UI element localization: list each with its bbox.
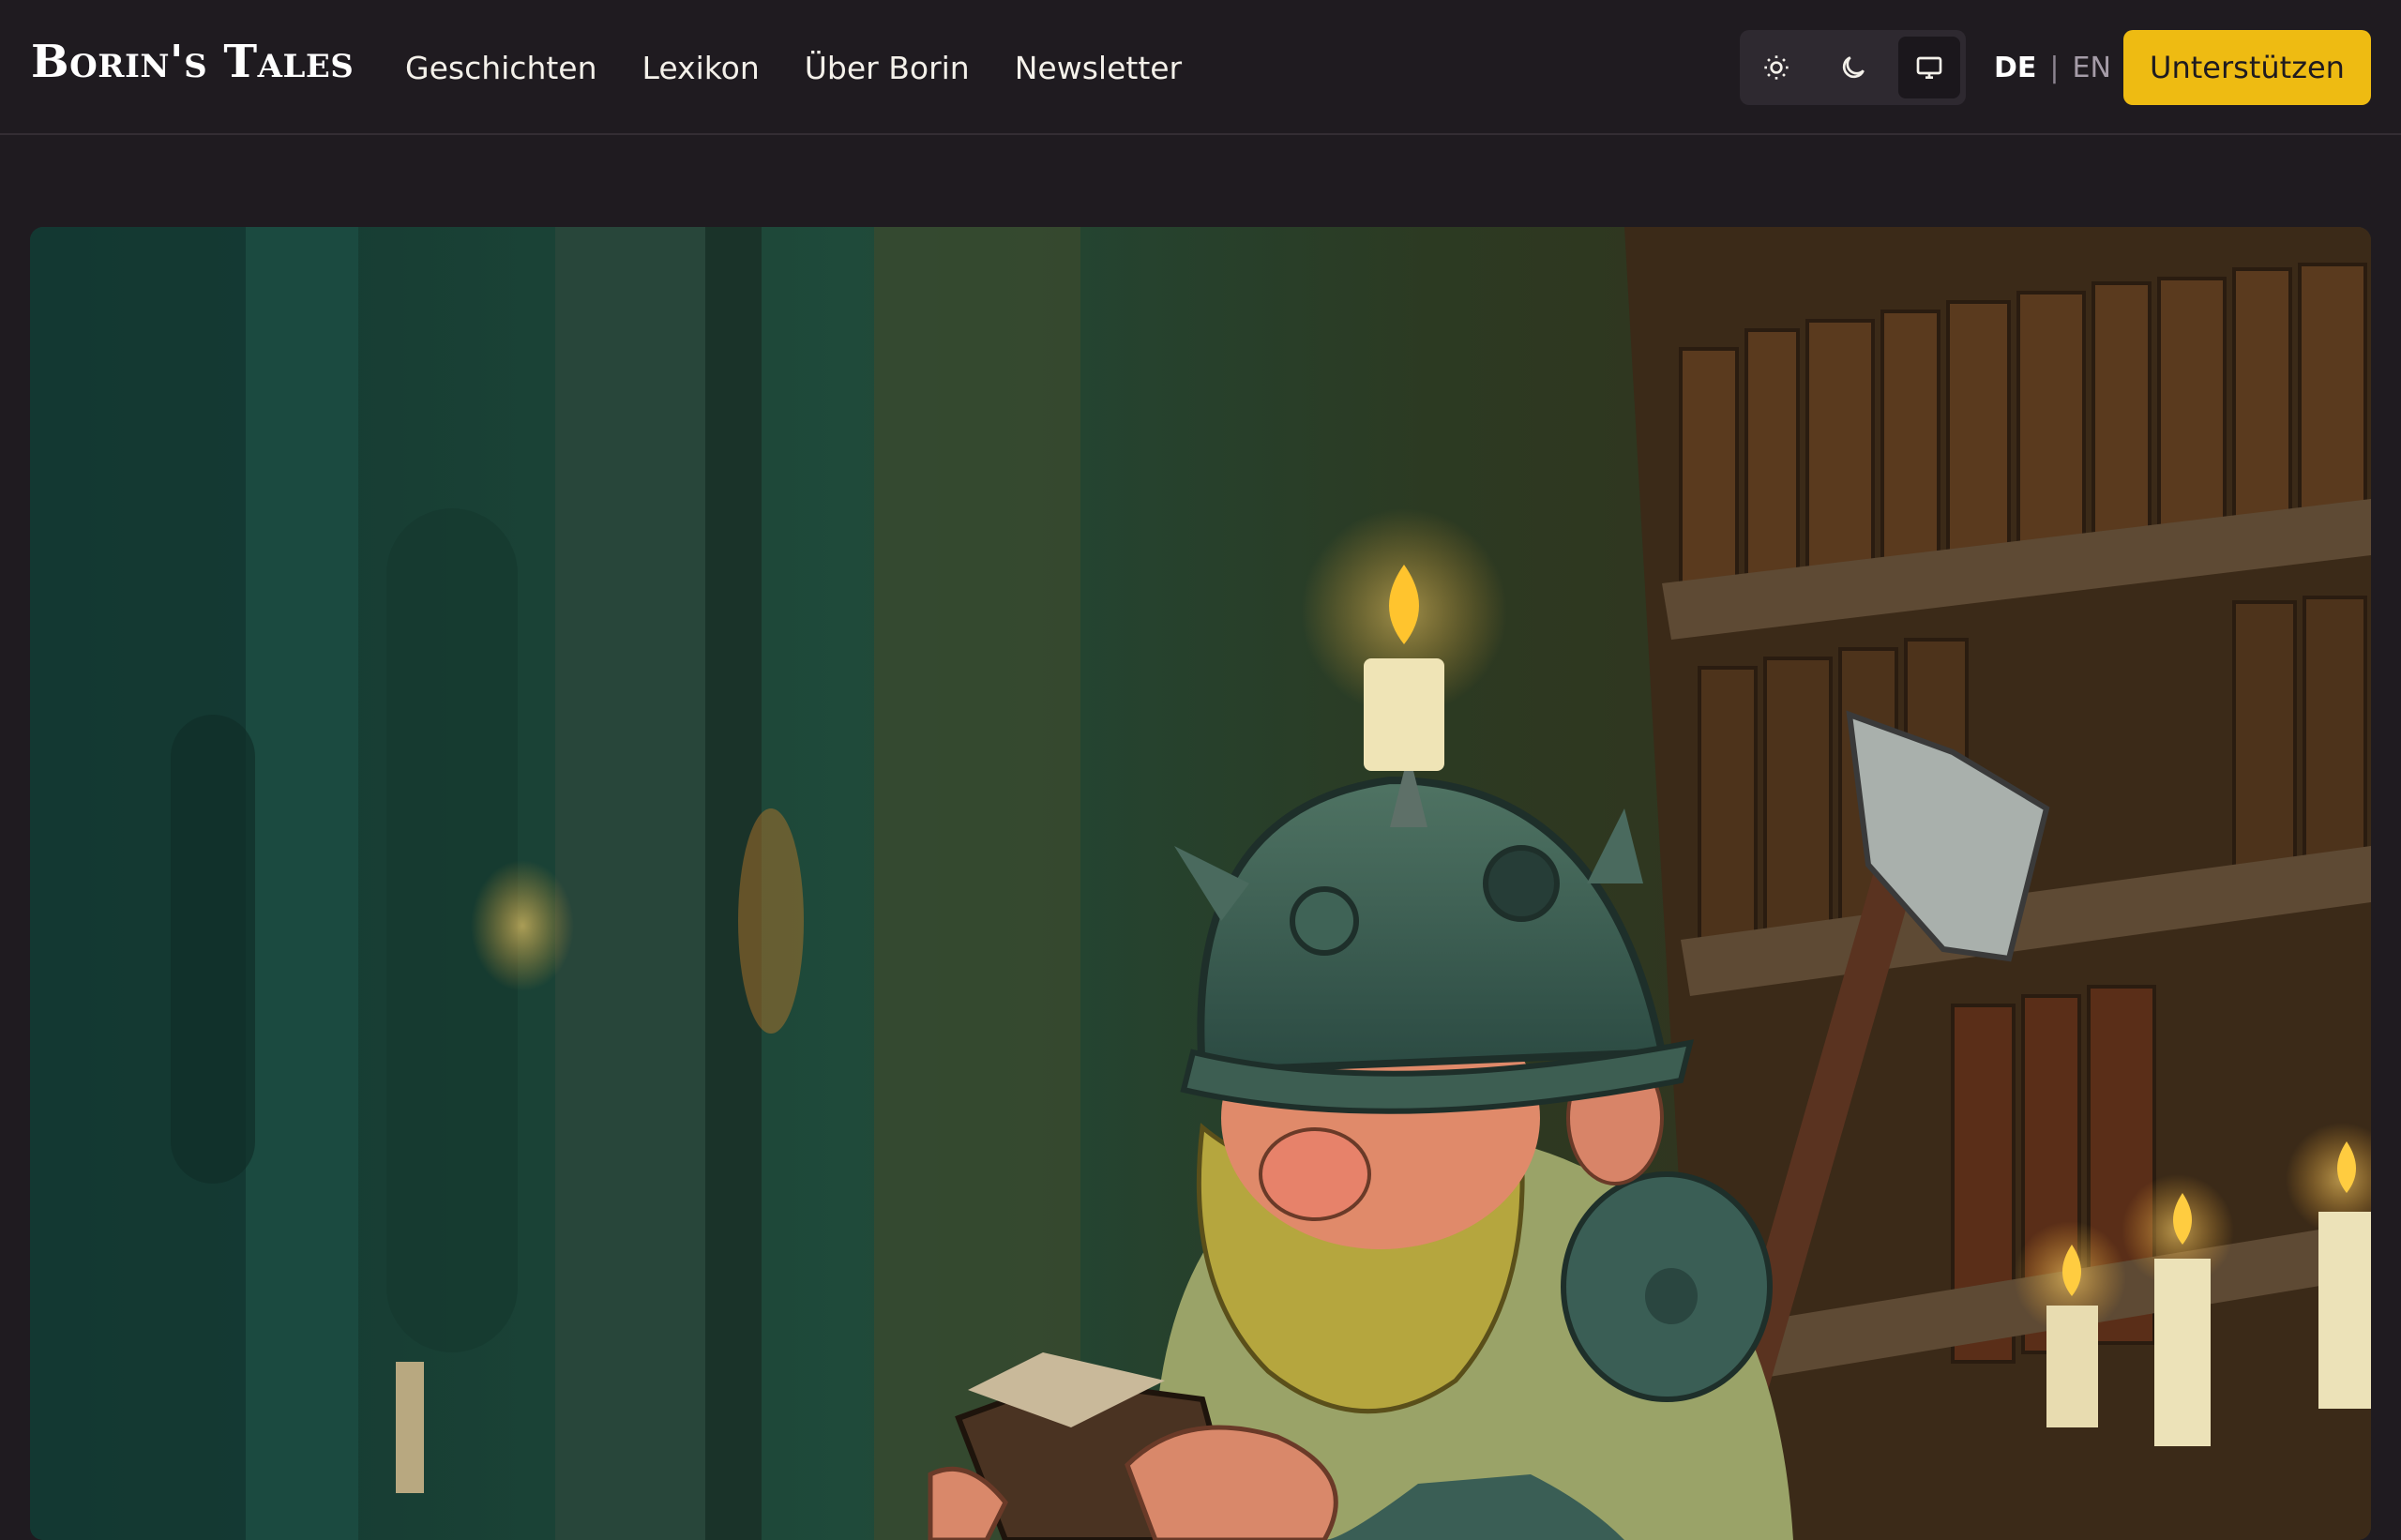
nav-link-lexikon[interactable]: Lexikon <box>642 50 760 86</box>
sun-icon <box>1764 55 1789 80</box>
theme-light-button[interactable] <box>1745 37 1807 98</box>
dwarf-reading-illustration <box>30 227 2371 1540</box>
language-separator: | <box>2049 51 2060 84</box>
nav-link-geschichten[interactable]: Geschichten <box>405 50 597 86</box>
site-header: Borin's Tales Geschichten Lexikon Über B… <box>0 0 2401 135</box>
hero-image <box>30 227 2371 1540</box>
nav-link-newsletter[interactable]: Newsletter <box>1015 50 1182 86</box>
main-nav: Geschichten Lexikon Über Borin Newslette… <box>405 0 1182 135</box>
nav-link-ueber-borin[interactable]: Über Borin <box>805 50 970 86</box>
site-logo[interactable]: Borin's Tales <box>31 36 354 88</box>
language-de[interactable]: DE <box>1994 52 2036 84</box>
theme-switcher <box>1740 30 1966 105</box>
theme-dark-button[interactable] <box>1822 37 1884 98</box>
monitor-icon <box>1916 56 1942 79</box>
support-button[interactable]: Unterstützen <box>2123 30 2371 105</box>
language-switcher: DE | EN <box>1994 0 2111 135</box>
theme-system-button[interactable] <box>1898 37 1960 98</box>
language-en[interactable]: EN <box>2073 52 2111 84</box>
moon-icon <box>1842 56 1865 79</box>
